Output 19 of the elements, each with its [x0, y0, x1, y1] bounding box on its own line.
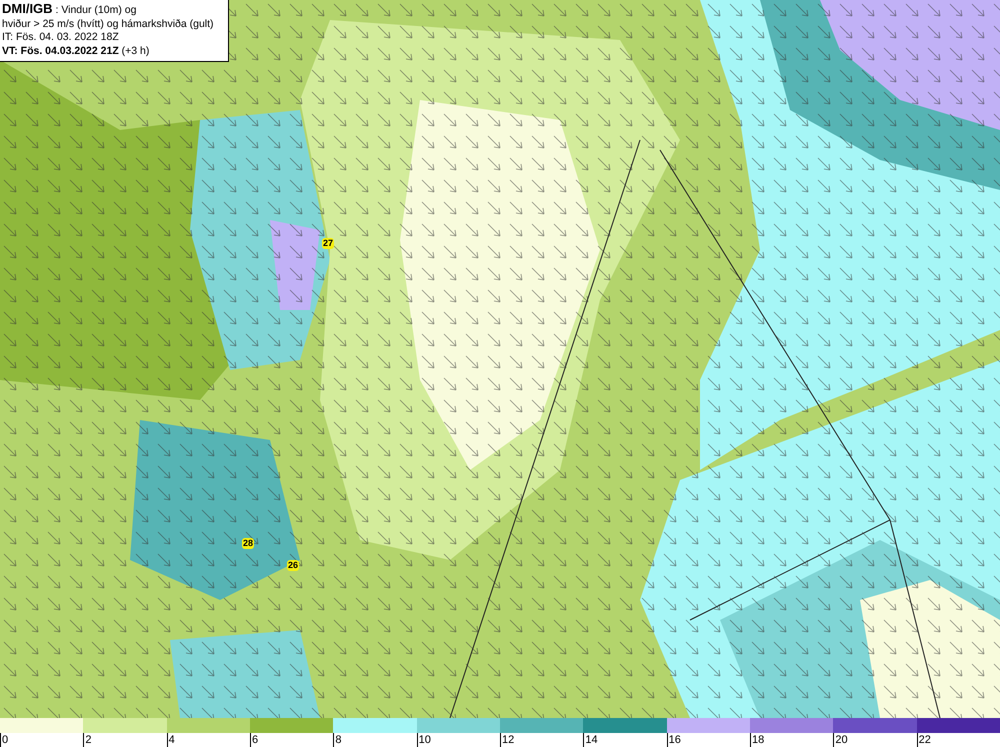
legend-label: 14	[583, 733, 667, 747]
legend-label: 16	[666, 733, 750, 747]
legend-label: 8	[333, 733, 417, 747]
gust-label: 26	[287, 560, 300, 571]
legend-label: 0	[0, 733, 84, 747]
issue-time: IT: Fös. 04. 03. 2022 18Z	[2, 31, 120, 44]
legend-label: 22	[916, 733, 1000, 747]
valid-time: VT: Fös. 04.03.2022 21Z (+3 h)	[2, 44, 150, 58]
legend-label: 6	[250, 733, 334, 747]
legend-label: 10	[416, 733, 500, 747]
legend-label: 20	[833, 733, 917, 747]
legend-label: 12	[500, 733, 584, 747]
legend-label: 4	[166, 733, 250, 747]
legend-label: 2	[83, 733, 167, 747]
map-title: DMI/IGB : Vindur (10m) og	[2, 2, 138, 18]
legend-label: 18	[750, 733, 834, 747]
map-subtitle: hviður > 25 m/s (hvítt) og hámarkshviða (gult)	[2, 18, 215, 31]
gust-label: 27	[322, 238, 334, 249]
gust-label: 28	[242, 538, 254, 549]
